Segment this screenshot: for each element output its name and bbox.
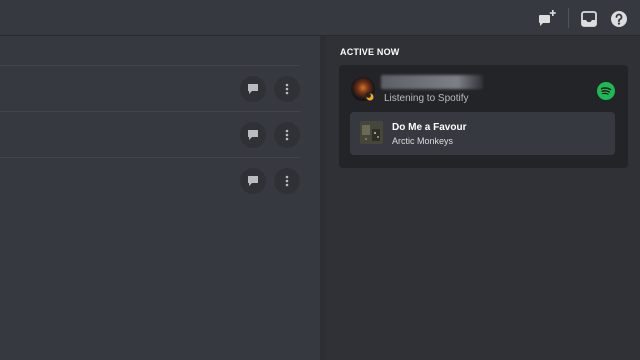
now-playing-track[interactable]: Do Me a Favour Arctic Monkeys — [350, 112, 615, 155]
message-icon — [248, 176, 258, 186]
more-icon — [285, 129, 289, 141]
message-icon — [248, 130, 258, 140]
inbox-button[interactable] — [577, 7, 601, 31]
track-title[interactable]: Do Me a Favour — [392, 122, 466, 133]
username-redacted[interactable] — [381, 75, 483, 89]
help-button[interactable] — [607, 7, 631, 31]
idle-status-icon — [365, 92, 375, 102]
help-icon — [611, 11, 627, 27]
more-icon — [285, 175, 289, 187]
activity-status: Listening to Spotify — [384, 93, 469, 104]
toolbar-divider — [568, 8, 569, 28]
friend-row[interactable] — [0, 111, 300, 157]
message-button[interactable] — [240, 76, 266, 102]
message-button[interactable] — [240, 122, 266, 148]
more-button[interactable] — [274, 76, 300, 102]
message-icon — [248, 84, 258, 94]
more-button[interactable] — [274, 168, 300, 194]
active-now-heading: ACTIVE NOW — [340, 47, 400, 57]
message-button[interactable] — [240, 168, 266, 194]
discord-friends-view: ACTIVE NOW Listening to Spotify Do Me a … — [0, 0, 640, 360]
new-group-dm-button[interactable] — [535, 7, 559, 31]
top-bar — [0, 0, 640, 36]
friend-row[interactable] — [0, 65, 300, 111]
spotify-icon[interactable] — [597, 82, 615, 100]
inbox-icon — [581, 11, 597, 27]
new-group-dm-icon — [539, 10, 556, 26]
album-art[interactable] — [360, 121, 383, 144]
track-artist[interactable]: Arctic Monkeys — [392, 136, 453, 146]
active-now-panel: ACTIVE NOW Listening to Spotify Do Me a … — [326, 36, 640, 360]
friends-list — [0, 36, 320, 360]
more-icon — [285, 83, 289, 95]
friend-row[interactable] — [0, 157, 300, 203]
more-button[interactable] — [274, 122, 300, 148]
activity-card[interactable]: Listening to Spotify Do Me a Favour Arct… — [339, 65, 628, 168]
